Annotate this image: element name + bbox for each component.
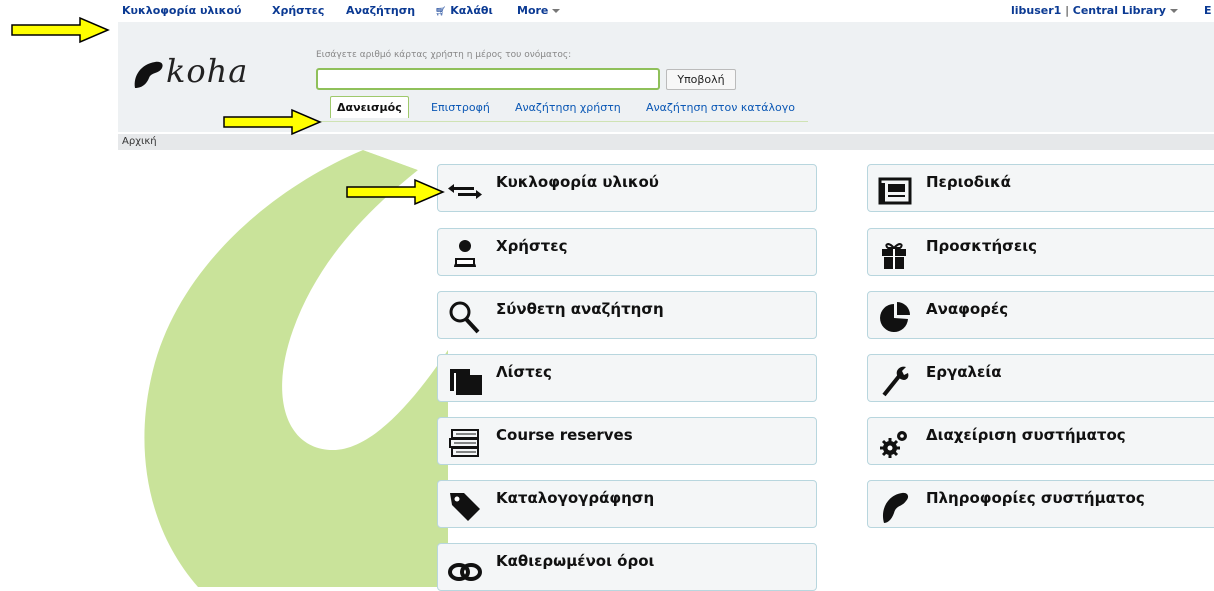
- module-label: Κυκλοφορία υλικού: [496, 173, 659, 191]
- tab-catalog-search[interactable]: Αναζήτηση στον κατάλογο: [646, 98, 795, 117]
- annotation-arrow: [223, 108, 322, 136]
- tab-checkin[interactable]: Επιστροφή: [431, 98, 490, 117]
- nav-separator: |: [1065, 4, 1069, 17]
- koha-logo[interactable]: koha: [131, 52, 291, 96]
- wrench-icon: [882, 366, 909, 397]
- folder-icon: [450, 369, 482, 395]
- module-label: Λίστες: [496, 363, 552, 381]
- module-label: Προσκτήσεις: [926, 237, 1037, 255]
- search-icon: [449, 301, 480, 334]
- top-navigation: Κυκλοφορία υλικού Χρήστες Αναζήτηση 🛒︎ Κ…: [0, 0, 1214, 22]
- gears-icon: [880, 431, 907, 458]
- books-icon: [449, 429, 479, 457]
- gift-icon: [882, 243, 906, 269]
- module-label: Σύνθετη αναζήτηση: [496, 300, 664, 318]
- module-cataloging[interactable]: Καταλογογράφηση: [437, 480, 817, 528]
- module-label: Διαχείριση συστήματος: [926, 426, 1126, 444]
- nav-more[interactable]: More: [517, 4, 561, 17]
- module-serials[interactable]: Περιοδικά: [867, 164, 1214, 212]
- module-label: Πληροφορίες συστήματος: [926, 489, 1145, 507]
- background-swoosh: [144, 150, 448, 587]
- module-acquisitions[interactable]: Προσκτήσεις: [867, 228, 1214, 276]
- module-course-reserves[interactable]: Course reserves: [437, 417, 817, 465]
- annotation-arrow: [346, 178, 445, 206]
- module-label: Εργαλεία: [926, 363, 1002, 381]
- module-administration[interactable]: Διαχείριση συστήματος: [867, 417, 1214, 465]
- logo-text: koha: [166, 52, 249, 90]
- submit-button[interactable]: Υποβολή: [666, 69, 736, 90]
- module-circulation[interactable]: Κυκλοφορία υλικού: [437, 164, 817, 212]
- tab-checkout[interactable]: Δανεισμός: [330, 96, 409, 118]
- newspaper-icon: [878, 177, 912, 205]
- module-label: Αναφορές: [926, 300, 1009, 318]
- circulation-icon: [448, 184, 482, 199]
- library-name: Central Library: [1072, 4, 1166, 17]
- breadcrumb-home[interactable]: Αρχική: [122, 136, 157, 147]
- nav-patrons[interactable]: Χρήστες: [272, 4, 324, 17]
- nav-cart[interactable]: 🛒︎ Καλάθι: [435, 4, 493, 17]
- cart-icon: 🛒︎: [435, 7, 447, 17]
- koha-leaf-icon: [882, 492, 909, 523]
- module-label: Χρήστες: [496, 237, 568, 255]
- annotation-arrow: [11, 16, 110, 44]
- chevron-down-icon: [1169, 9, 1178, 13]
- module-reports[interactable]: Αναφορές: [867, 291, 1214, 339]
- chevron-down-icon: [552, 9, 561, 13]
- nav-circulation[interactable]: Κυκλοφορία υλικού: [122, 4, 241, 17]
- nav-truncated-item[interactable]: E: [1204, 4, 1212, 17]
- pie-chart-icon: [880, 302, 910, 332]
- nav-more-label: More: [517, 4, 549, 17]
- module-authorities[interactable]: Καθιερωμένοι όροι: [437, 543, 817, 591]
- tag-icon: [450, 493, 480, 521]
- link-icon: [448, 563, 482, 581]
- module-label: Περιοδικά: [926, 173, 1011, 191]
- tab-patron-search[interactable]: Αναζήτηση χρήστη: [515, 98, 621, 117]
- module-patrons[interactable]: Χρήστες: [437, 228, 817, 276]
- module-label: Course reserves: [496, 426, 633, 444]
- module-advanced-search[interactable]: Σύνθετη αναζήτηση: [437, 291, 817, 339]
- search-hint: Εισάγετε αριθμό κάρτας χρήστη η μέρος το…: [316, 50, 572, 60]
- module-lists[interactable]: Λίστες: [437, 354, 817, 402]
- logged-in-user: libuser1: [1011, 4, 1062, 17]
- module-about[interactable]: Πληροφορίες συστήματος: [867, 480, 1214, 528]
- module-tools[interactable]: Εργαλεία: [867, 354, 1214, 402]
- nav-search[interactable]: Αναζήτηση: [346, 4, 415, 17]
- module-label: Καθιερωμένοι όροι: [496, 552, 655, 570]
- user-menu[interactable]: libuser1 | Central Library: [1011, 4, 1178, 17]
- module-label: Καταλογογράφηση: [496, 489, 655, 507]
- tab-underline: [318, 121, 808, 122]
- breadcrumb-bar: [118, 134, 1214, 150]
- patrons-icon: [454, 240, 476, 267]
- koha-leaf-icon: [134, 61, 163, 88]
- nav-cart-label: Καλάθι: [450, 4, 493, 17]
- patron-search-input[interactable]: [316, 68, 660, 90]
